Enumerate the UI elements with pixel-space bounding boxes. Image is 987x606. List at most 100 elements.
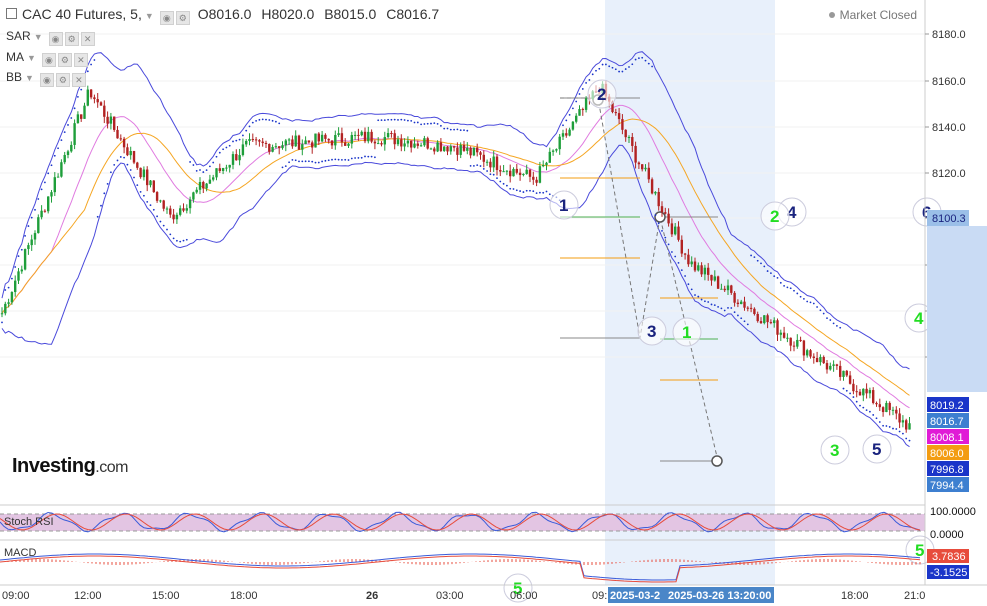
sar-dot: [80, 88, 83, 91]
sar-dot: [242, 134, 244, 137]
time-label: 21:0: [904, 590, 925, 602]
candle-body: [462, 144, 466, 151]
sar-dot: [647, 62, 650, 65]
gear-icon[interactable]: ⚙: [175, 11, 190, 25]
gear-icon[interactable]: ⚙: [55, 73, 70, 87]
sar-dot: [103, 192, 106, 195]
indicator-sar[interactable]: SAR ▼ ◉ ⚙ ✕: [6, 29, 97, 46]
sar-dot: [63, 131, 66, 134]
candle-body: [311, 142, 314, 148]
candle-body: [769, 322, 773, 324]
candle-body: [60, 162, 63, 177]
candle-body: [657, 191, 660, 207]
candle-body: [215, 168, 218, 178]
price-chart[interactable]: 123451234556 Stoch RSI100.00000.0000MACD…: [0, 0, 987, 606]
candle-body: [845, 370, 848, 376]
chevron-down-icon[interactable]: ▼: [25, 73, 34, 83]
sar-dot: [657, 222, 660, 225]
sar-dot: [562, 124, 564, 127]
candle-body: [835, 364, 839, 366]
eye-icon[interactable]: ◉: [159, 11, 174, 25]
candle-body: [419, 145, 423, 147]
gear-icon[interactable]: ⚙: [64, 32, 79, 46]
sar-dot: [489, 173, 492, 176]
sar-dot: [261, 118, 264, 121]
candle-body: [878, 404, 881, 408]
candle-body: [499, 170, 502, 172]
sar-dot: [123, 156, 125, 159]
candle-body: [228, 164, 231, 168]
collapse-icon[interactable]: [6, 8, 17, 19]
candle-body: [710, 274, 713, 281]
candle-body: [736, 302, 740, 305]
candle-body: [489, 161, 492, 168]
sar-dot: [215, 155, 218, 158]
candle-body: [337, 133, 340, 136]
sar-dot: [875, 417, 878, 420]
sar-dot: [139, 191, 142, 193]
candle-body: [324, 134, 327, 139]
sar-dot: [766, 270, 769, 272]
ohlc-low: B8015.0: [324, 6, 377, 22]
chevron-down-icon[interactable]: ▼: [34, 32, 43, 42]
fib-handle-icon: [711, 455, 723, 467]
indicator-bb[interactable]: BB ▼ ◉ ⚙ ✕: [6, 70, 88, 87]
candle-body: [746, 307, 749, 309]
eye-icon[interactable]: ◉: [48, 32, 63, 46]
sar-dot: [327, 159, 330, 162]
candle-body: [301, 144, 304, 150]
sar-dot: [423, 123, 426, 125]
close-icon[interactable]: ✕: [80, 32, 95, 46]
sar-dot: [222, 148, 225, 151]
close-icon[interactable]: ✕: [71, 73, 86, 87]
sar-dot: [456, 128, 459, 131]
candle-body: [621, 119, 624, 130]
sar-dot: [271, 119, 274, 122]
sar-dot: [796, 292, 799, 295]
eye-icon[interactable]: ◉: [41, 53, 56, 67]
symbol-title[interactable]: CAC 40 Futures, 5,: [22, 6, 142, 22]
time-label: 2025-03-2: [610, 590, 660, 602]
sar-dot: [377, 119, 380, 122]
candle-body: [113, 116, 116, 130]
gear-icon[interactable]: ⚙: [57, 53, 72, 67]
sar-dot: [20, 248, 23, 251]
sar-dot: [453, 128, 455, 131]
sar-dot: [499, 180, 502, 183]
candle-body: [159, 200, 162, 202]
candle-body: [0, 313, 4, 315]
time-label: 18:00: [230, 590, 258, 602]
sar-dot: [515, 189, 518, 192]
close-icon[interactable]: ✕: [73, 53, 88, 67]
candle-body: [30, 239, 33, 246]
candle-body: [730, 285, 733, 293]
candle-body: [278, 146, 281, 149]
sar-dot: [806, 300, 809, 303]
candle-body: [142, 169, 146, 178]
eye-icon[interactable]: ◉: [39, 73, 54, 87]
sar-dot: [179, 240, 182, 243]
candle-body: [796, 339, 799, 347]
candle-body: [485, 161, 489, 163]
candle-body: [456, 147, 459, 155]
price-label: 8019.2: [930, 400, 964, 412]
candle-body: [558, 136, 561, 150]
sar-dot: [278, 122, 281, 125]
candle-body: [677, 226, 680, 240]
sar-dot: [548, 193, 551, 196]
candle-body: [152, 180, 155, 193]
sar-dot: [707, 301, 710, 303]
candle-body: [723, 288, 726, 291]
sar-dot: [185, 238, 188, 241]
price-label: 7994.4: [930, 480, 964, 492]
chevron-down-icon[interactable]: ▼: [145, 11, 154, 21]
indicator-ma[interactable]: MA ▼ ◉ ⚙ ✕: [6, 50, 90, 67]
chevron-down-icon[interactable]: ▼: [27, 53, 36, 63]
sar-dot: [878, 421, 881, 423]
candle-body: [268, 144, 271, 152]
sar-dot: [40, 188, 43, 191]
sar-dot: [786, 286, 789, 289]
candle-body: [350, 135, 353, 144]
macd-label: -3.1525: [930, 567, 967, 579]
sar-dot: [466, 129, 469, 132]
